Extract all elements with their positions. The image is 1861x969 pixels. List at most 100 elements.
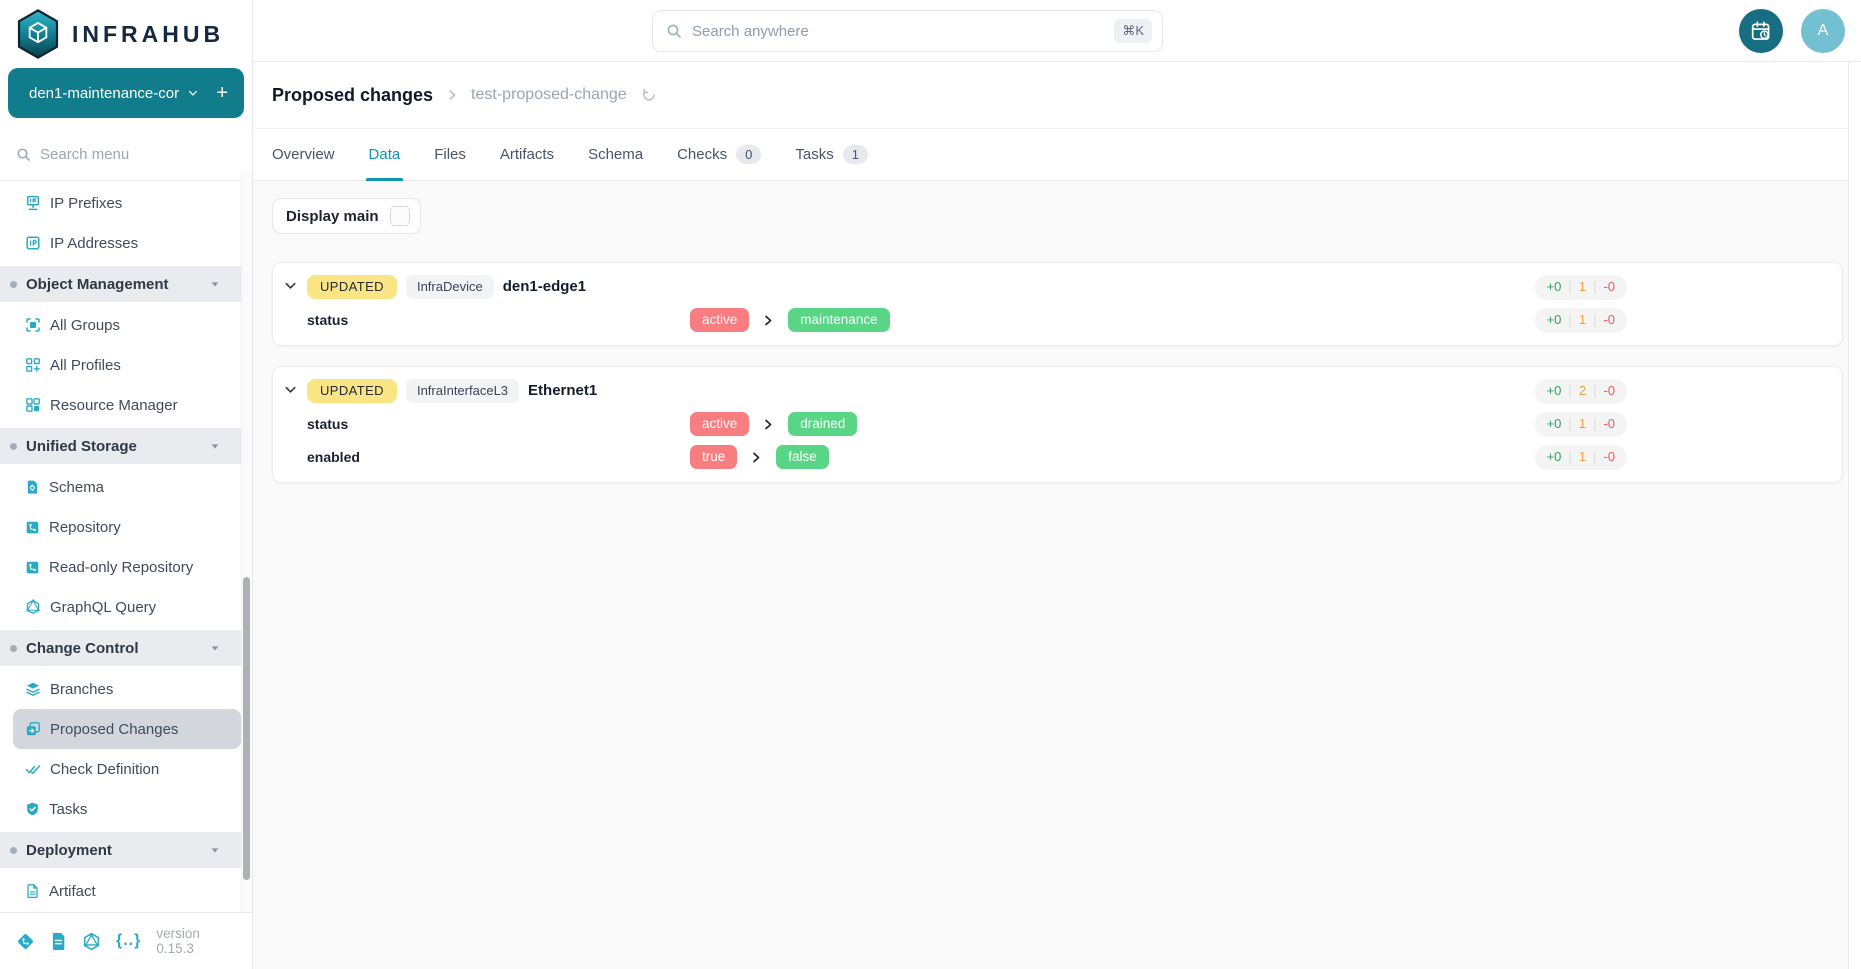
old-value-badge: active bbox=[690, 412, 749, 436]
kind-chip: InfraDevice bbox=[406, 275, 494, 299]
section-bullet-icon bbox=[10, 281, 17, 288]
removed-count: -0 bbox=[1603, 416, 1615, 433]
tasks-icon bbox=[25, 801, 40, 817]
global-search-input[interactable]: Search anywhere ⌘K bbox=[652, 10, 1163, 52]
search-icon bbox=[666, 23, 682, 39]
tab-data[interactable]: Data bbox=[369, 129, 401, 180]
display-main-toggle[interactable]: Display main bbox=[272, 198, 421, 234]
updated-count: 1 bbox=[1579, 416, 1586, 433]
logo[interactable]: INFRAHUB bbox=[0, 0, 252, 64]
code-braces-icon[interactable]: {..} bbox=[116, 932, 141, 950]
sidebar-item-label: Check Definition bbox=[50, 761, 159, 778]
sidebar-section-label: Change Control bbox=[26, 640, 139, 657]
sidebar-scrollbar-thumb[interactable] bbox=[243, 577, 250, 880]
tab-artifacts[interactable]: Artifacts bbox=[500, 129, 554, 180]
tab-checks[interactable]: Checks 0 bbox=[677, 129, 761, 180]
sidebar-item-label: Proposed Changes bbox=[50, 721, 178, 738]
tab-files[interactable]: Files bbox=[434, 129, 466, 180]
counter-separator: | bbox=[1568, 312, 1571, 329]
sidebar-section-unified-storage[interactable]: Unified Storage bbox=[0, 428, 242, 464]
sidebar-item-graphql-query[interactable]: GraphQL Query bbox=[0, 587, 241, 627]
schema-icon bbox=[25, 479, 40, 495]
sidebar-item-schema[interactable]: Schema bbox=[0, 467, 241, 507]
sidebar-item-artifact[interactable]: Artifact bbox=[0, 871, 241, 911]
removed-count: -0 bbox=[1603, 279, 1615, 296]
chevron-down-icon bbox=[187, 87, 199, 99]
git-icon[interactable] bbox=[16, 932, 35, 951]
sidebar-item-all-groups[interactable]: All Groups bbox=[0, 305, 241, 345]
all-profiles-icon bbox=[25, 357, 41, 373]
sidebar-item-ip-prefixes[interactable]: IP Prefixes bbox=[0, 183, 241, 223]
sidebar-item-all-profiles[interactable]: All Profiles bbox=[0, 345, 241, 385]
tab-label: Overview bbox=[272, 146, 335, 163]
graphql-logo-icon[interactable] bbox=[82, 932, 101, 951]
added-count: +0 bbox=[1547, 383, 1562, 400]
sidebar-item-repository[interactable]: Repository bbox=[0, 507, 241, 547]
branch-selector-label: den1-maintenance-cor bbox=[29, 85, 179, 102]
diff-attribute-row[interactable]: status active drained +0 | 1 | bbox=[273, 412, 1842, 437]
removed-count: -0 bbox=[1603, 449, 1615, 466]
check-definition-icon bbox=[25, 761, 41, 777]
diff-card-infradevice: UPDATED InfraDevice den1-edge1 +0 | 1 | … bbox=[272, 262, 1843, 346]
add-branch-button[interactable]: + bbox=[216, 83, 228, 103]
avatar[interactable]: A bbox=[1801, 9, 1845, 53]
chevron-down-icon[interactable] bbox=[283, 278, 298, 293]
counter-separator: | bbox=[1593, 279, 1596, 296]
action-badge: UPDATED bbox=[307, 275, 397, 299]
sidebar-item-label: Tasks bbox=[49, 801, 87, 818]
diff-counters-pill: +0 | 1 | -0 bbox=[1535, 445, 1627, 470]
sidebar-menu: IP Prefixes IP Addresses Object Manageme… bbox=[0, 181, 252, 912]
diff-card-header[interactable]: UPDATED InfraInterfaceL3 Ethernet1 +0 | … bbox=[273, 379, 1842, 404]
branch-selector[interactable]: den1-maintenance-cor + bbox=[8, 68, 244, 118]
docs-icon[interactable] bbox=[50, 932, 67, 951]
diff-counters-pill: +0 | 1 | -0 bbox=[1535, 412, 1627, 437]
added-count: +0 bbox=[1547, 449, 1562, 466]
data-diff-panel: Display main UPDATED InfraDevice den1-ed… bbox=[253, 181, 1861, 969]
new-value-badge: drained bbox=[788, 412, 857, 436]
diff-card-header[interactable]: UPDATED InfraDevice den1-edge1 +0 | 1 | … bbox=[273, 275, 1842, 300]
sidebar-item-label: Read-only Repository bbox=[49, 559, 193, 576]
breadcrumb-item[interactable]: test-proposed-change bbox=[471, 86, 627, 104]
sidebar-item-label: IP Prefixes bbox=[50, 195, 122, 212]
sidebar-section-object-management[interactable]: Object Management bbox=[0, 266, 242, 302]
readonly-repository-icon bbox=[25, 560, 40, 575]
attribute-name: status bbox=[307, 312, 348, 328]
sidebar: INFRAHUB den1-maintenance-cor + Search m… bbox=[0, 0, 253, 969]
sidebar-item-resource-manager[interactable]: Resource Manager bbox=[0, 385, 241, 425]
tab-count-badge: 0 bbox=[736, 145, 761, 164]
avatar-initial: A bbox=[1818, 22, 1829, 40]
chevron-down-icon bbox=[210, 643, 220, 653]
display-main-checkbox[interactable] bbox=[390, 206, 410, 226]
proposed-changes-icon bbox=[25, 721, 41, 737]
graphql-icon bbox=[25, 599, 41, 615]
tab-schema[interactable]: Schema bbox=[588, 129, 643, 180]
breadcrumb-section[interactable]: Proposed changes bbox=[272, 85, 433, 106]
sidebar-item-label: Artifact bbox=[49, 883, 96, 900]
old-value-badge: active bbox=[690, 308, 749, 332]
sidebar-item-readonly-repository[interactable]: Read-only Repository bbox=[0, 547, 241, 587]
sidebar-item-tasks[interactable]: Tasks bbox=[0, 789, 241, 829]
sidebar-section-change-control[interactable]: Change Control bbox=[0, 630, 242, 666]
main-scrollbar-track[interactable] bbox=[1848, 62, 1861, 969]
added-count: +0 bbox=[1547, 279, 1562, 296]
diff-attribute-row[interactable]: enabled true false +0 | 1 | bbox=[273, 445, 1842, 470]
tab-tasks[interactable]: Tasks 1 bbox=[795, 129, 868, 180]
chevron-down-icon[interactable] bbox=[283, 382, 298, 397]
branches-icon bbox=[25, 681, 41, 697]
sidebar-item-check-definition[interactable]: Check Definition bbox=[0, 749, 241, 789]
schedule-button[interactable] bbox=[1739, 9, 1783, 53]
sidebar-item-branches[interactable]: Branches bbox=[0, 669, 241, 709]
tab-overview[interactable]: Overview bbox=[272, 129, 335, 180]
section-bullet-icon bbox=[10, 645, 17, 652]
sidebar-item-label: Schema bbox=[49, 479, 104, 496]
version-label: version 0.15.3 bbox=[156, 926, 239, 956]
diff-counters-pill: +0 | 2 | -0 bbox=[1535, 379, 1627, 404]
diff-attribute-row[interactable]: status active maintenance +0 | 1 bbox=[273, 308, 1842, 333]
refresh-icon[interactable] bbox=[641, 87, 657, 103]
diff-card-infrainterfacel3: UPDATED InfraInterfaceL3 Ethernet1 +0 | … bbox=[272, 366, 1843, 483]
chevron-right-icon bbox=[750, 451, 763, 464]
sidebar-item-ip-addresses[interactable]: IP Addresses bbox=[0, 223, 241, 263]
sidebar-section-deployment[interactable]: Deployment bbox=[0, 832, 242, 868]
menu-search-input[interactable]: Search menu bbox=[0, 128, 252, 181]
sidebar-item-proposed-changes[interactable]: Proposed Changes bbox=[13, 709, 241, 749]
